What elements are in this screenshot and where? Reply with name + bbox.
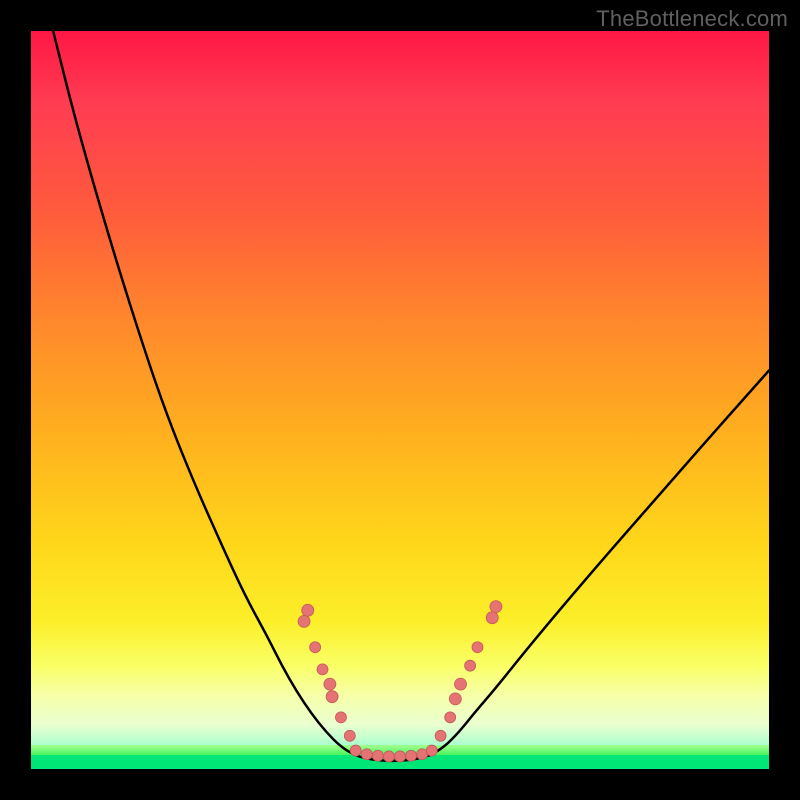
data-dot-bottom-5	[406, 750, 417, 761]
data-dot-left-6	[335, 712, 346, 723]
data-dot-bottom-2	[372, 750, 383, 761]
curve-right-curve	[430, 370, 769, 755]
plot-area	[31, 31, 769, 769]
data-dot-left-0	[302, 604, 314, 616]
data-dot-left-2	[310, 642, 321, 653]
data-dot-bottom-0	[350, 745, 361, 756]
outer-frame: TheBottleneck.com	[0, 0, 800, 800]
data-dot-left-7	[344, 730, 355, 741]
data-dot-right-6	[486, 612, 498, 624]
watermark-text: TheBottleneck.com	[596, 6, 788, 32]
data-dot-left-3	[317, 664, 328, 675]
data-dot-bottom-7	[426, 745, 437, 756]
data-dot-left-4	[324, 678, 336, 690]
data-dot-right-3	[455, 678, 467, 690]
data-dot-right-5	[472, 642, 483, 653]
data-dot-bottom-3	[383, 751, 394, 762]
data-dot-right-1	[445, 712, 456, 723]
data-dot-left-1	[298, 615, 310, 627]
data-dot-right-4	[465, 660, 476, 671]
data-dot-bottom-1	[361, 749, 372, 760]
plot-svg	[31, 31, 769, 769]
data-dot-right-7	[490, 601, 502, 613]
bottleneck-curve	[53, 31, 769, 761]
data-dot-right-0	[435, 730, 446, 741]
data-dot-bottom-4	[395, 751, 406, 762]
data-dot-right-2	[449, 693, 461, 705]
data-dot-left-5	[326, 691, 338, 703]
